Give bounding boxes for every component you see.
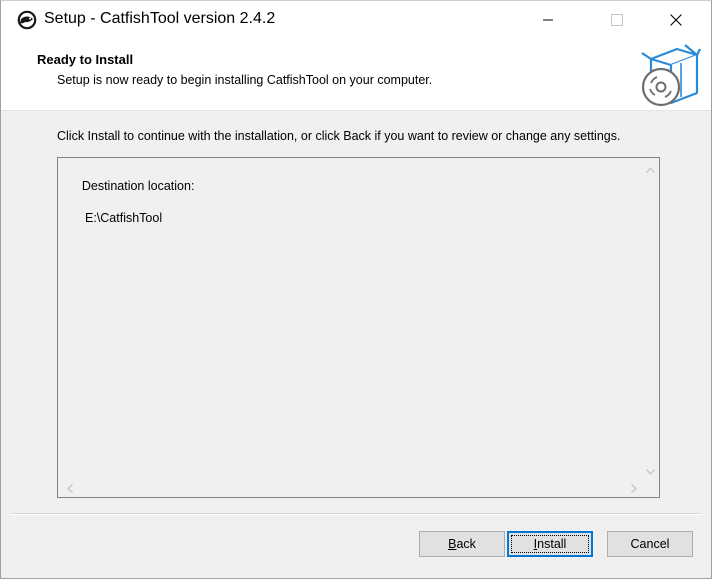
setup-window: Setup - CatfishTool version 2.4.2 Ready … (0, 0, 712, 579)
page-subtitle: Setup is now ready to begin installing C… (57, 73, 433, 87)
focus-rectangle (511, 535, 589, 553)
destination-path: E:\CatfishTool (85, 211, 163, 225)
cancel-button[interactable]: Cancel (607, 531, 693, 557)
minimize-icon (543, 19, 553, 21)
memo-content: Destination location: E:\CatfishTool (61, 162, 195, 258)
minimize-button[interactable] (525, 1, 571, 39)
scroll-left-button[interactable] (61, 480, 78, 497)
back-label-rest: ack (456, 537, 476, 551)
close-icon (670, 14, 682, 26)
chevron-right-icon (630, 484, 637, 493)
back-accel-key: B (448, 537, 457, 551)
title-bar[interactable]: Setup - CatfishTool version 2.4.2 (1, 1, 711, 39)
catfish-logo-icon (17, 10, 37, 30)
ready-memo[interactable]: Destination location: E:\CatfishTool (57, 157, 660, 498)
maximize-button[interactable] (594, 1, 640, 39)
scroll-down-button[interactable] (642, 463, 659, 480)
maximize-icon (611, 14, 623, 26)
chevron-left-icon (66, 484, 73, 493)
install-box-disc-icon (641, 44, 701, 107)
destination-label: Destination location: (81, 179, 195, 193)
scrollbar-corner (642, 480, 659, 497)
chevron-down-icon (646, 468, 655, 475)
wizard-header: Ready to Install Setup is now ready to b… (1, 39, 711, 111)
button-divider (11, 513, 701, 515)
scroll-right-button[interactable] (625, 480, 642, 497)
install-button[interactable]: Install (507, 531, 593, 557)
horizontal-scrollbar[interactable] (58, 480, 642, 497)
close-button[interactable] (653, 1, 699, 39)
scroll-up-button[interactable] (642, 161, 659, 178)
chevron-up-icon (646, 166, 655, 173)
vertical-scrollbar[interactable] (642, 158, 659, 480)
back-button[interactable]: Back (419, 531, 505, 557)
page-title: Ready to Install (37, 52, 134, 67)
window-title: Setup - CatfishTool version 2.4.2 (44, 10, 276, 27)
instruction-text: Click Install to continue with the insta… (57, 129, 621, 143)
